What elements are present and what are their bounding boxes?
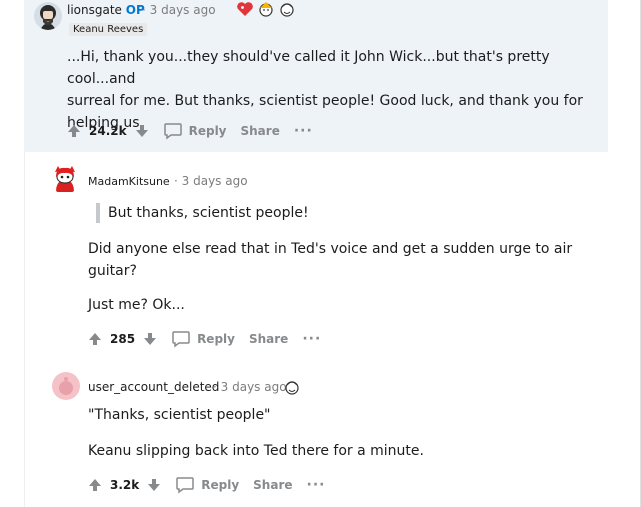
meta-separator: ·	[213, 380, 217, 394]
reply-button[interactable]: Reply	[171, 330, 235, 348]
timestamp[interactable]: 3 days ago	[182, 174, 248, 188]
avatar-icon	[59, 377, 73, 395]
upvote-icon[interactable]	[88, 332, 102, 346]
timestamp[interactable]: 3 days ago	[150, 3, 216, 17]
heart-award-icon	[237, 2, 253, 16]
body-line: ...Hi, thank you...they should've called…	[67, 49, 550, 87]
avatar[interactable]	[52, 372, 80, 400]
more-options-button[interactable]: ···	[307, 477, 326, 493]
awards[interactable]	[283, 379, 301, 395]
meta-separator: ·	[142, 3, 146, 17]
blockquote: But thanks, scientist people!	[96, 203, 309, 223]
more-options-button[interactable]: ···	[302, 331, 321, 347]
comment-lionsgate: lionsgate OP · 3 days ago Keanu Reeves .…	[24, 0, 608, 152]
username[interactable]: MadamKitsune	[88, 175, 170, 188]
comment-body: Did anyone else read that in Ted's voice…	[88, 238, 608, 282]
body-line: guitar?	[88, 263, 137, 279]
upvote-icon[interactable]	[88, 478, 102, 492]
comment-body: ...Hi, thank you...they should've called…	[67, 46, 597, 134]
body-line: surreal for me. But thanks, scientist pe…	[67, 93, 583, 109]
timestamp[interactable]: 3 days ago	[221, 380, 287, 394]
comment-bubble-icon	[172, 331, 190, 348]
body-line: Just me? Ok...	[88, 297, 185, 313]
comment-actions: 285 Reply Share ···	[88, 330, 321, 348]
downvote-icon[interactable]	[143, 332, 157, 346]
awards[interactable]	[236, 1, 296, 17]
username[interactable]: lionsgate	[67, 3, 122, 17]
comment-bubble-icon	[163, 123, 182, 140]
body-line: Did anyone else read that in Ted's voice…	[88, 241, 573, 257]
vote-score: 285	[110, 332, 136, 346]
thread-line[interactable]	[24, 150, 25, 507]
body-line: Keanu slipping back into Ted there for a…	[88, 443, 424, 459]
meta-separator: ·	[174, 174, 178, 188]
username[interactable]: user_account_deleted	[88, 380, 219, 394]
reply-button[interactable]: Reply	[163, 122, 227, 140]
more-options-button[interactable]: ···	[294, 123, 313, 139]
wholesome-award-icon	[259, 2, 273, 17]
avatar-icon	[55, 166, 75, 192]
helpful-award-icon	[280, 3, 294, 17]
comment-user-account-deleted: user_account_deleted · 3 days ago "Thank…	[40, 352, 640, 507]
user-flair: Keanu Reeves	[69, 23, 148, 36]
reply-button[interactable]: Reply	[175, 476, 239, 494]
vote-score: 24.2k	[89, 124, 127, 138]
share-button[interactable]: Share	[241, 124, 280, 138]
share-button[interactable]: Share	[249, 332, 288, 346]
downvote-icon[interactable]	[135, 124, 149, 138]
avatar[interactable]	[50, 164, 80, 194]
avatar-icon	[40, 5, 56, 30]
helpful-award-icon	[285, 381, 299, 395]
body-line: "Thanks, scientist people"	[88, 407, 271, 423]
vote-score: 3.2k	[110, 478, 140, 492]
comment-actions: 3.2k Reply Share ···	[88, 476, 325, 494]
upvote-icon[interactable]	[67, 124, 81, 138]
comment-bubble-icon	[176, 477, 194, 494]
avatar[interactable]	[34, 2, 62, 30]
comment-actions: 24.2k Reply Share ···	[67, 122, 313, 140]
share-button[interactable]: Share	[253, 478, 292, 492]
comment-madamkitsune: MadamKitsune · 3 days ago But thanks, sc…	[40, 152, 640, 352]
downvote-icon[interactable]	[147, 478, 161, 492]
